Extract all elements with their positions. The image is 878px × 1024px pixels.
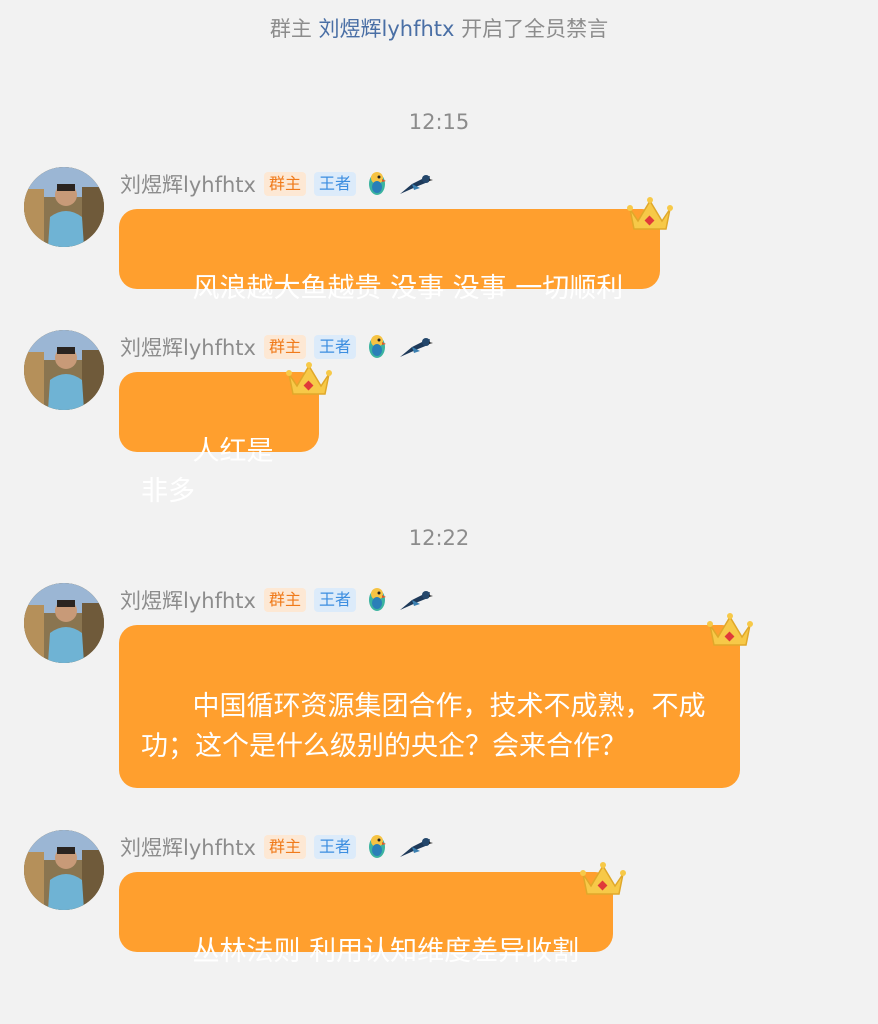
crown-icon [580,862,626,895]
owner-badge: 群主 [263,835,306,859]
chat-view: 群主 刘煜辉lyhfhtx 开启了全员禁言 12:15 刘煜辉lyhfhtx 群… [0,0,878,1024]
king-badge: 王者 [313,172,356,196]
owner-badge: 群主 [263,335,306,359]
parrot-icon [364,586,390,614]
magpie-icon [398,833,434,861]
message-meta: 刘煜辉lyhfhtx 群主 王者 [120,169,442,199]
parrot-icon [364,170,390,198]
message-text: 风浪越大鱼越贵 没事 没事 一切顺利 [192,273,624,304]
sender-name[interactable]: 刘煜辉lyhfhtx [120,832,256,862]
notice-owner-link[interactable]: 刘煜辉lyhfhtx [319,17,455,41]
message-bubble[interactable]: 丛林法则 利用认知维度差异收割 [119,872,613,967]
message-meta: 刘煜辉lyhfhtx 群主 王者 [120,585,442,615]
message-meta: 刘煜辉lyhfhtx 群主 王者 [120,832,442,862]
message-text: 中国循环资源集团合作，技术不成熟，不成功；这个是什么级别的央企？会来合作？ [141,691,706,762]
crown-icon [286,362,332,395]
parrot-icon [364,333,390,361]
king-badge: 王者 [313,588,356,612]
message-meta: 刘煜辉lyhfhtx 群主 王者 [120,332,442,362]
message-bubble[interactable]: 中国循环资源集团合作，技术不成熟，不成功；这个是什么级别的央企？会来合作？ [119,625,740,788]
avatar[interactable] [24,330,104,410]
sender-name[interactable]: 刘煜辉lyhfhtx [120,332,256,362]
message-text: 丛林法则 利用认知维度差异收割 [192,936,580,967]
timestamp: 12:15 [408,110,470,134]
message-bubble[interactable]: 风浪越大鱼越贵 没事 没事 一切顺利 [119,209,660,304]
crown-icon [707,613,753,646]
avatar[interactable] [24,167,104,247]
magpie-icon [398,586,434,614]
crown-icon [627,197,673,230]
notice-suffix: 开启了全员禁言 [461,17,609,41]
parrot-icon [364,833,390,861]
avatar[interactable] [24,583,104,663]
magpie-icon [398,333,434,361]
owner-badge: 群主 [263,588,306,612]
avatar[interactable] [24,830,104,910]
king-badge: 王者 [313,335,356,359]
notice-prefix: 群主 [269,17,312,41]
owner-badge: 群主 [263,172,306,196]
magpie-icon [398,170,434,198]
sender-name[interactable]: 刘煜辉lyhfhtx [120,169,256,199]
message-text: 人红是非多 [141,436,274,507]
sender-name[interactable]: 刘煜辉lyhfhtx [120,585,256,615]
king-badge: 王者 [313,835,356,859]
mute-all-notice: 群主 刘煜辉lyhfhtx 开启了全员禁言 [0,14,878,44]
timestamp: 12:22 [408,526,470,550]
